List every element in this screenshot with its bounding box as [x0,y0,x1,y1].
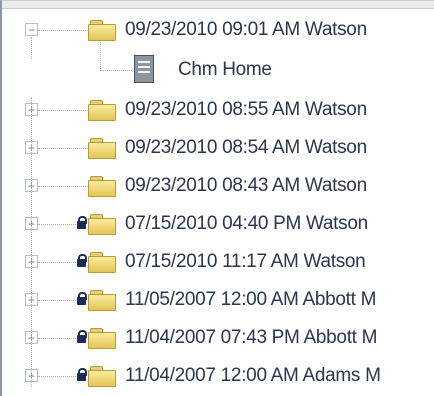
tree-node[interactable]: + 09/23/2010 08:55 AM Watson [2,91,434,129]
folder-icon [88,288,116,311]
tree-connector [38,186,88,187]
tree-node-child[interactable]: Chm Home [2,49,434,91]
folder-icon [88,18,116,41]
tree-node-label: 09/23/2010 08:55 AM Watson [125,99,367,120]
tree-view-panel: − 09/23/2010 09:01 AM Watson Chm Home + … [0,0,434,396]
panel-header-edge [2,1,434,9]
folder-icon [88,136,116,159]
tree-node[interactable]: − 09/23/2010 09:01 AM Watson [2,11,434,71]
tree-node-label: 09/23/2010 09:01 AM Watson [125,19,367,40]
document-icon [134,55,154,83]
tree-connector [38,148,88,149]
tree-node[interactable]: + 07/15/2010 11:17 AM Watson [2,243,434,281]
tree-node[interactable]: + 09/23/2010 08:43 AM Watson [2,167,434,205]
folder-icon [88,326,116,349]
tree-connector [38,262,76,263]
lock-icon [77,216,87,229]
tree-node[interactable]: + 11/04/2007 12:00 AM Adams M [2,357,434,395]
tree-node[interactable]: + 11/04/2007 07:43 PM Abbott M [2,319,434,357]
tree-connector [100,70,132,71]
tree-connector [38,110,88,111]
tree-connector [38,376,76,377]
folder-icon [88,250,116,273]
tree-node[interactable]: + 11/05/2007 12:00 AM Abbott M [2,281,434,319]
tree-node-label: 11/04/2007 12:00 AM Adams M [125,365,381,386]
tree-node-label: 09/23/2010 08:43 AM Watson [125,175,367,196]
tree-node-label: Chm Home [178,59,272,80]
tree-connector [38,300,76,301]
lock-icon [77,368,87,381]
tree-trunk-line [31,97,32,387]
folder-icon [88,98,116,121]
tree-node-label: 07/15/2010 04:40 PM Watson [125,213,368,234]
lock-icon [77,254,87,267]
tree-node-label: 11/05/2007 12:00 AM Abbott M [125,289,377,310]
tree-connector [38,30,88,31]
folder-icon [88,174,116,197]
lock-icon [77,330,87,343]
collapse-icon[interactable]: − [25,23,38,36]
tree-node-label: 11/04/2007 07:43 PM Abbott M [125,327,378,348]
tree-node[interactable]: + 09/23/2010 08:54 AM Watson [2,129,434,167]
tree-node[interactable]: + 07/15/2010 04:40 PM Watson [2,205,434,243]
folder-icon [88,364,116,387]
folder-icon [88,212,116,235]
tree-node-label: 09/23/2010 08:54 AM Watson [125,137,367,158]
tree-connector [38,224,76,225]
tree-connector [38,338,76,339]
record-tree: − 09/23/2010 09:01 AM Watson Chm Home + … [2,11,434,395]
lock-icon [77,292,87,305]
tree-node-label: 07/15/2010 11:17 AM Watson [125,251,366,272]
